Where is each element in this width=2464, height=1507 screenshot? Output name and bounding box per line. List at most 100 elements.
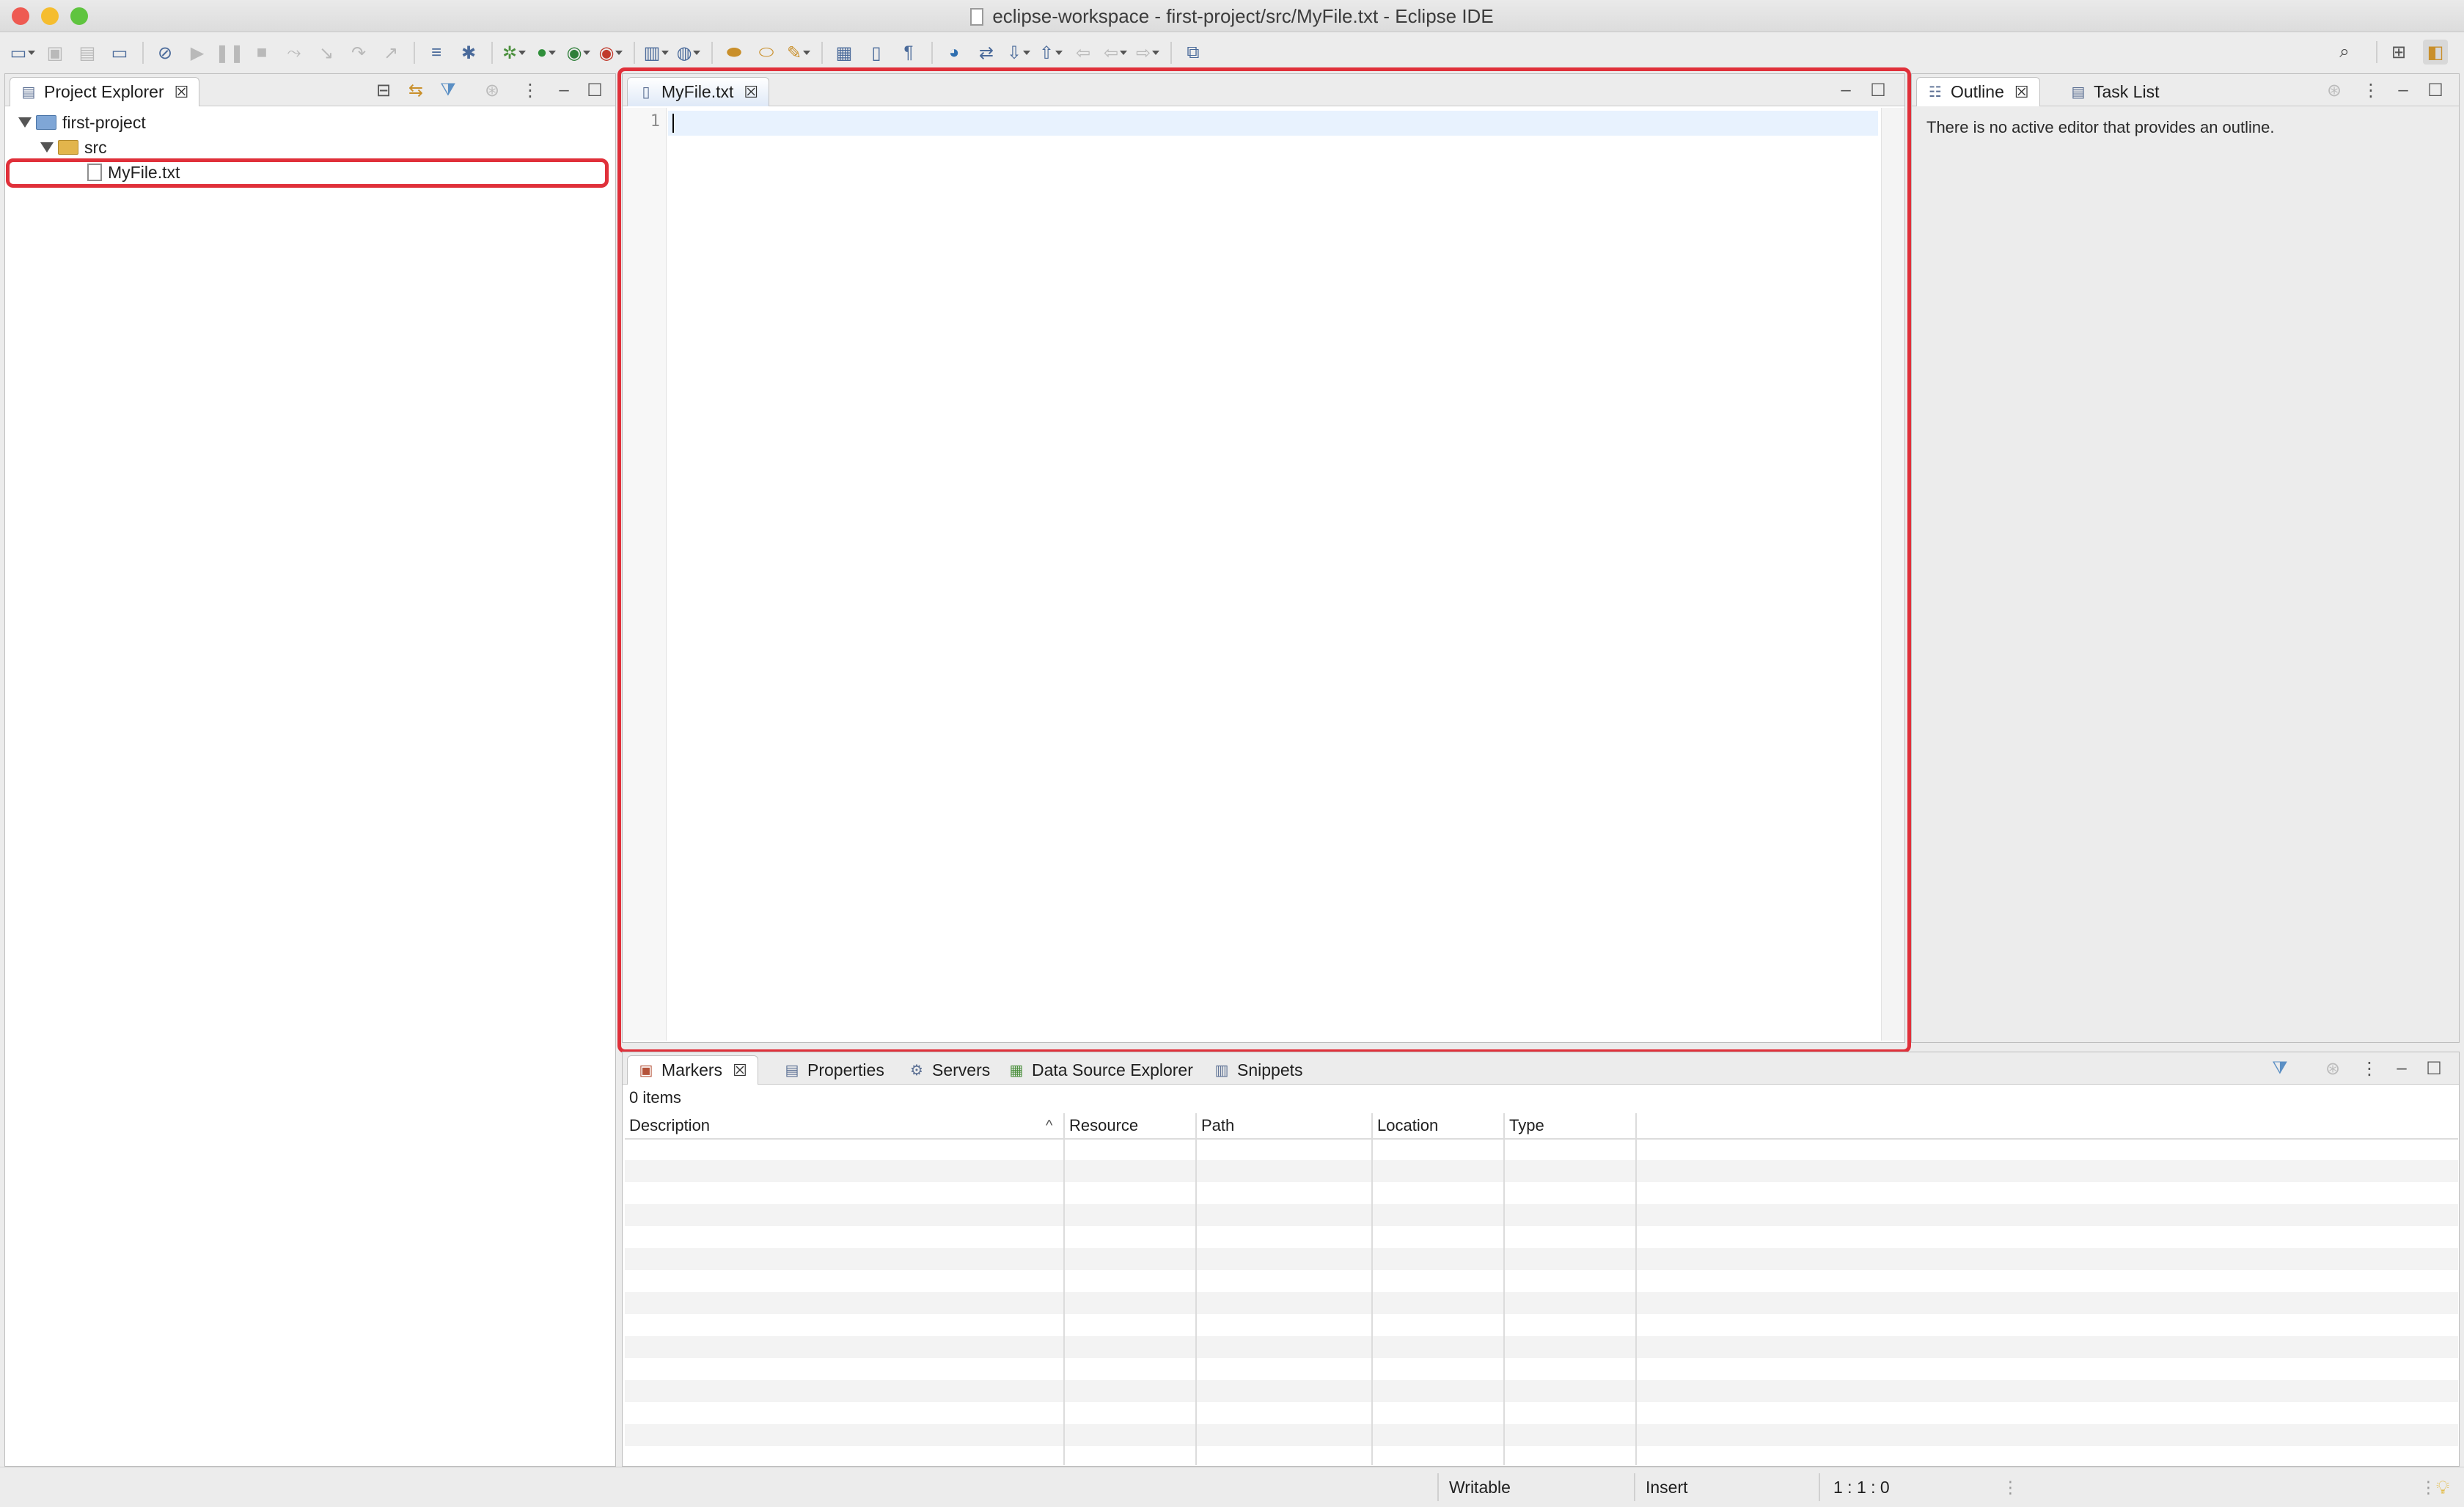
back-icon[interactable]: ⇦ <box>1103 40 1128 65</box>
snippets-icon: ▥ <box>1214 1062 1229 1079</box>
table-row <box>625 1380 2458 1402</box>
save-icon[interactable]: ▣ <box>43 40 67 65</box>
save-all-icon[interactable]: ▤ <box>75 40 100 65</box>
toolbar-separator <box>931 42 933 64</box>
globe-icon[interactable]: ◕ <box>942 40 967 65</box>
column-divider[interactable] <box>1063 1113 1065 1465</box>
tree-item-label: first-project <box>62 113 146 132</box>
open-perspective-icon[interactable]: ⊞ <box>2386 40 2411 65</box>
step-over-icon[interactable]: ↷ <box>346 40 371 65</box>
use-step-filters-icon[interactable]: ≡ <box>424 40 449 65</box>
step-into-icon[interactable]: ↘ <box>314 40 339 65</box>
filter-icon[interactable]: ⧩ <box>2270 1058 2290 1079</box>
last-edit-location-icon[interactable]: ⇦ <box>1071 40 1096 65</box>
resume-icon[interactable]: ▶ <box>185 40 210 65</box>
focus-icon[interactable]: ⊛ <box>2322 1058 2343 1079</box>
open-type-icon[interactable]: ⬬ <box>722 40 747 65</box>
column-header-description[interactable]: Description ^ <box>625 1113 1065 1138</box>
close-icon[interactable]: ☒ <box>175 83 189 102</box>
column-header-location[interactable]: Location <box>1373 1113 1505 1138</box>
column-header-type[interactable]: Type <box>1505 1113 1637 1138</box>
tip-lightbulb-icon[interactable]: 💡︎ <box>2436 1467 2449 1507</box>
step-return-icon[interactable]: ↗ <box>378 40 403 65</box>
toolbar-separator <box>414 42 415 64</box>
open-task-icon[interactable]: ⬭ <box>754 40 779 65</box>
disconnect-icon[interactable]: ⤳ <box>282 40 307 65</box>
data-source-icon: ▦ <box>1009 1062 1024 1079</box>
tree-item-folder[interactable]: src <box>40 136 107 159</box>
status-cursor-position[interactable]: 1 : 1 : 0 <box>1833 1467 1890 1507</box>
tab-snippets[interactable]: ▥ Snippets <box>1203 1055 1313 1085</box>
tab-project-explorer[interactable]: ▤ Project Explorer ☒ <box>10 77 200 106</box>
forward-icon[interactable]: ⇨ <box>1135 40 1160 65</box>
prev-annotation-icon[interactable]: ⇧ <box>1038 40 1063 65</box>
toggle-mark-occurrences-icon[interactable]: ▦ <box>832 40 857 65</box>
expanded-twisty-icon[interactable] <box>40 142 54 153</box>
column-header-label: Type <box>1509 1116 1544 1134</box>
tab-properties[interactable]: ▤ Properties <box>774 1055 895 1085</box>
column-divider[interactable] <box>1503 1113 1505 1465</box>
show-whitespace-icon[interactable]: ¶ <box>896 40 921 65</box>
filter-icon[interactable]: ⧩ <box>438 80 458 100</box>
focus-icon[interactable]: ⊛ <box>482 80 502 100</box>
new-icon[interactable]: ▭ <box>10 40 35 65</box>
view-menu-icon[interactable]: ⋮ <box>2361 80 2381 100</box>
collapse-all-icon[interactable]: ⊟ <box>373 80 394 100</box>
maximize-icon[interactable]: ☐ <box>2425 80 2446 100</box>
outline-panel: ☷ Outline ☒ ▤ Task List ⊛ ⋮ – ☐ There is… <box>1911 73 2460 1043</box>
link-with-editor-icon[interactable]: ⇆ <box>406 80 426 100</box>
view-menu-icon[interactable]: ⋮ <box>2359 1058 2380 1079</box>
focus-icon[interactable]: ⊛ <box>2324 80 2344 100</box>
tab-label: Outline <box>1951 82 2004 101</box>
toolbar-separator <box>1170 42 1172 64</box>
magnifier-icon[interactable]: ⌕ <box>2332 40 2357 65</box>
terminal-icon[interactable]: ▭ <box>107 40 132 65</box>
close-icon[interactable]: ☒ <box>733 1061 747 1080</box>
table-row <box>625 1248 2458 1270</box>
new-server-icon[interactable]: ▥ <box>644 40 669 65</box>
suspend-icon[interactable]: ❚❚ <box>215 40 244 65</box>
skip-breakpoints-icon[interactable]: ⊘ <box>153 40 177 65</box>
pin-editor-icon[interactable]: ⧉ <box>1181 40 1206 65</box>
minimize-icon[interactable]: – <box>2393 80 2413 100</box>
search-tool-icon[interactable]: ✎ <box>786 40 811 65</box>
debug-icon[interactable]: ✱ <box>456 40 481 65</box>
close-icon[interactable]: ☒ <box>2014 83 2029 102</box>
highlight-box <box>6 158 609 188</box>
status-insert-mode[interactable]: Insert <box>1646 1467 1688 1507</box>
markers-tabbar: ▣ Markers ☒ ▤ Properties ⚙ Servers ▦ Dat… <box>623 1052 2459 1085</box>
run-icon[interactable]: ● <box>534 40 559 65</box>
new-web-icon[interactable]: ◍ <box>676 40 701 65</box>
minimize-icon[interactable]: – <box>554 80 574 100</box>
tab-label: Project Explorer <box>44 82 164 101</box>
external-tools-icon[interactable]: ◉ <box>598 40 623 65</box>
tab-data-source-explorer[interactable]: ▦ Data Source Explorer <box>998 1055 1203 1085</box>
expanded-twisty-icon[interactable] <box>18 117 32 128</box>
tab-servers[interactable]: ⚙ Servers <box>898 1055 1000 1085</box>
block-selection-icon[interactable]: ▯ <box>864 40 889 65</box>
toolbar-separator <box>491 42 493 64</box>
table-row <box>625 1424 2458 1446</box>
column-divider[interactable] <box>1371 1113 1373 1465</box>
debug-run-icon[interactable]: ✲ <box>502 40 527 65</box>
terminate-icon[interactable]: ■ <box>249 40 274 65</box>
sort-ascending-icon: ^ <box>1046 1118 1053 1134</box>
view-menu-icon[interactable]: ⋮ <box>520 80 540 100</box>
maximize-icon[interactable]: ☐ <box>2424 1058 2444 1079</box>
status-bar: Writable Insert 1 : 1 : 0 ⋮ ⋮ 💡︎ <box>0 1467 2464 1506</box>
column-divider[interactable] <box>1195 1113 1197 1465</box>
tab-markers[interactable]: ▣ Markers ☒ <box>627 1055 758 1085</box>
column-header-path[interactable]: Path <box>1197 1113 1373 1138</box>
compare-icon[interactable]: ⇄ <box>974 40 999 65</box>
next-annotation-icon[interactable]: ⇩ <box>1006 40 1031 65</box>
tab-outline[interactable]: ☷ Outline ☒ <box>1916 77 2040 106</box>
tab-task-list[interactable]: ▤ Task List <box>2060 77 2169 106</box>
minimize-icon[interactable]: – <box>2391 1058 2412 1079</box>
servers-icon: ⚙ <box>910 1062 923 1079</box>
java-ee-perspective-icon[interactable]: ◧ <box>2423 40 2448 65</box>
column-divider[interactable] <box>1635 1113 1637 1465</box>
column-header-resource[interactable]: Resource <box>1065 1113 1197 1138</box>
coverage-icon[interactable]: ◉ <box>566 40 591 65</box>
maximize-icon[interactable]: ☐ <box>584 80 605 100</box>
tree-item-project[interactable]: first-project <box>18 111 146 134</box>
